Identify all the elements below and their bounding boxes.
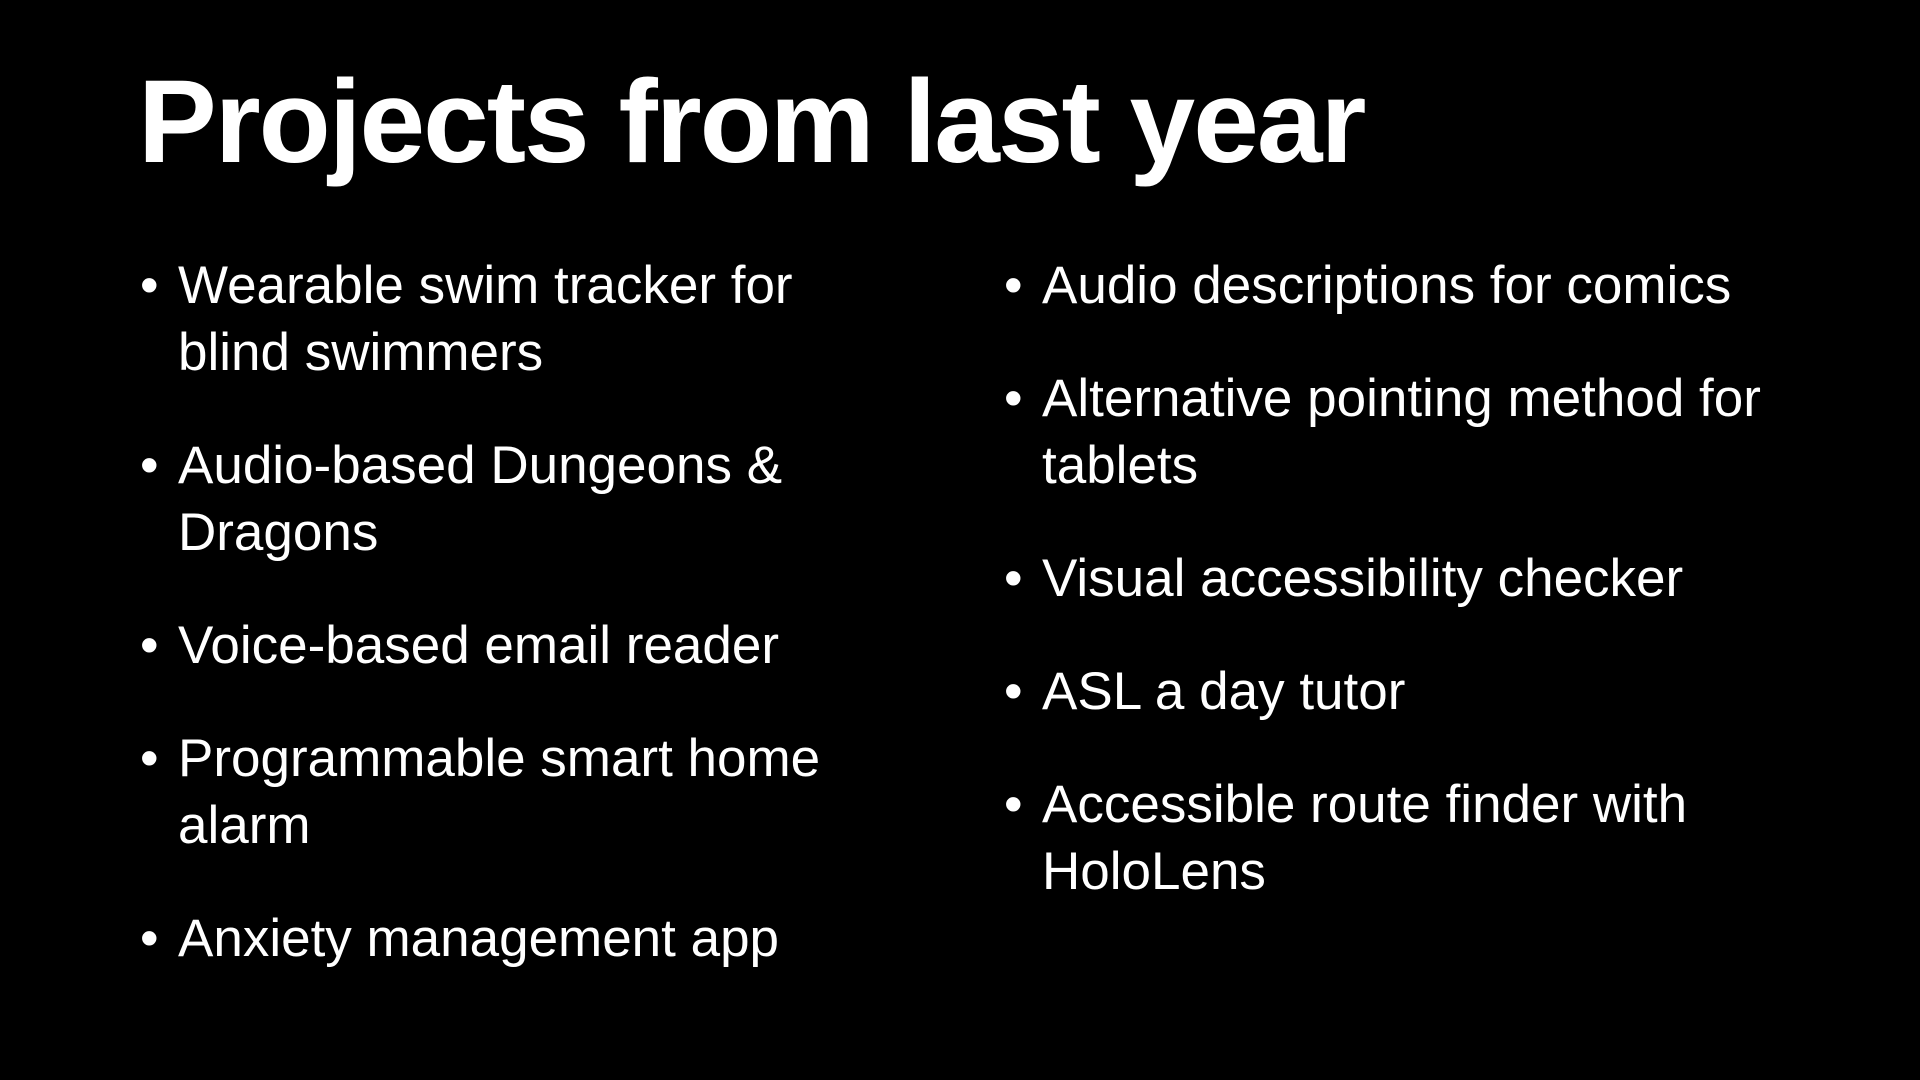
list-item: • Accessible route finder with HoloLens bbox=[1002, 771, 1782, 905]
bullet-icon: • bbox=[1004, 369, 1023, 428]
list-item: • Visual accessibility checker bbox=[1002, 545, 1822, 612]
list-item-text: Audio descriptions for comics bbox=[1042, 256, 1732, 315]
bullet-icon: • bbox=[140, 616, 159, 675]
bullet-icon: • bbox=[1004, 775, 1023, 834]
bullet-icon: • bbox=[140, 909, 159, 968]
list-item: • Audio-based Dungeons & Dragons bbox=[138, 432, 898, 566]
bullet-icon: • bbox=[1004, 256, 1023, 315]
list-item-text: Programmable smart home alarm bbox=[178, 729, 821, 855]
list-item-text: ASL a day tutor bbox=[1042, 662, 1406, 721]
list-item-text: Anxiety management app bbox=[178, 909, 780, 968]
bullet-icon: • bbox=[140, 729, 159, 788]
bullet-icon: • bbox=[140, 256, 159, 315]
list-item: • Audio descriptions for comics bbox=[1002, 252, 1742, 319]
list-item: • Wearable swim tracker for blind swimme… bbox=[138, 252, 898, 386]
list-item: • Voice-based email reader bbox=[138, 612, 898, 679]
list-item-text: Audio-based Dungeons & Dragons bbox=[178, 436, 783, 562]
bullet-icon: • bbox=[1004, 662, 1023, 721]
left-bullet-list: • Wearable swim tracker for blind swimme… bbox=[138, 252, 898, 1018]
list-item-text: Wearable swim tracker for blind swimmers bbox=[178, 256, 793, 382]
list-item: • ASL a day tutor bbox=[1002, 658, 1782, 725]
list-item-text: Voice-based email reader bbox=[178, 616, 780, 675]
bullet-icon: • bbox=[140, 436, 159, 495]
bullet-icon: • bbox=[1004, 549, 1023, 608]
list-item-text: Accessible route finder with HoloLens bbox=[1042, 775, 1688, 901]
slide: Projects from last year • Wearable swim … bbox=[0, 0, 1920, 1080]
list-item-text: Alternative pointing method for tablets bbox=[1042, 369, 1761, 495]
right-bullet-list: • Audio descriptions for comics • Altern… bbox=[1002, 252, 1782, 951]
list-item-text: Visual accessibility checker bbox=[1042, 549, 1684, 608]
list-item: • Anxiety management app bbox=[138, 905, 898, 972]
list-item: • Alternative pointing method for tablet… bbox=[1002, 365, 1782, 499]
slide-title: Projects from last year bbox=[138, 56, 1366, 188]
list-item: • Programmable smart home alarm bbox=[138, 725, 898, 859]
